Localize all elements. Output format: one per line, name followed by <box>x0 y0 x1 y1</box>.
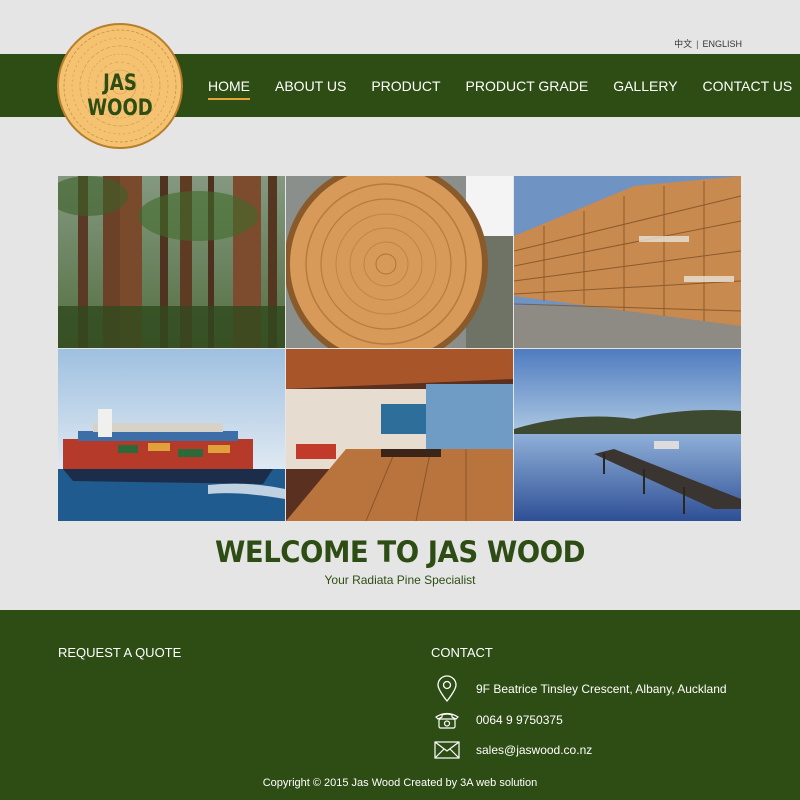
gallery-photo-forest[interactable] <box>58 176 285 348</box>
contact-address-row: 9F Beatrice Tinsley Crescent, Albany, Au… <box>433 675 727 703</box>
gallery-photo-log[interactable] <box>286 176 513 348</box>
gallery-photo-interior[interactable] <box>286 349 513 521</box>
gallery-photo-lake-jetty[interactable] <box>514 349 741 521</box>
gallery-photo-lumber[interactable] <box>514 176 741 348</box>
contact-phone-row: 0064 9 9750375 <box>433 706 563 734</box>
site-logo[interactable]: JAS WOOD <box>57 23 183 149</box>
welcome-title: WELCOME TO JAS WOOD <box>214 535 586 569</box>
welcome-subtitle: Your Radiata Pine Specialist <box>324 573 476 587</box>
request-quote-title[interactable]: REQUEST A QUOTE <box>58 645 181 660</box>
language-switcher: 中文 | ENGLISH <box>674 37 742 50</box>
gallery-photo-container-ship[interactable] <box>58 349 285 521</box>
lang-separator: | <box>696 39 699 49</box>
photo-gallery <box>58 176 741 521</box>
map-pin-icon <box>433 675 461 703</box>
nav-product-grade[interactable]: PRODUCT GRADE <box>466 72 589 100</box>
main-nav: HOME ABOUT US PRODUCT PRODUCT GRADE GALL… <box>208 54 792 117</box>
lang-chinese-link[interactable]: 中文 <box>674 39 692 49</box>
contact-phone[interactable]: 0064 9 9750375 <box>476 713 563 727</box>
contact-email[interactable]: sales@jaswood.co.nz <box>476 743 592 757</box>
nav-home[interactable]: HOME <box>208 72 250 100</box>
nav-product[interactable]: PRODUCT <box>371 72 440 100</box>
contact-title: CONTACT <box>431 645 493 660</box>
welcome-section: WELCOME TO JAS WOOD Your Radiata Pine Sp… <box>0 535 800 587</box>
nav-gallery[interactable]: GALLERY <box>613 72 677 100</box>
contact-email-row: sales@jaswood.co.nz <box>433 736 592 764</box>
logo-text: JAS WOOD <box>87 71 153 121</box>
phone-icon <box>433 706 461 734</box>
footer: REQUEST A QUOTE CONTACT 9F Beatrice Tins… <box>0 610 800 800</box>
nav-about-us[interactable]: ABOUT US <box>275 72 346 100</box>
envelope-icon <box>433 736 461 764</box>
nav-contact-us[interactable]: CONTACT US <box>703 72 793 100</box>
copyright-text: Copyright © 2015 Jas Wood Created by 3A … <box>262 777 538 789</box>
contact-address: 9F Beatrice Tinsley Crescent, Albany, Au… <box>476 682 727 696</box>
lang-english-link[interactable]: ENGLISH <box>702 39 742 49</box>
